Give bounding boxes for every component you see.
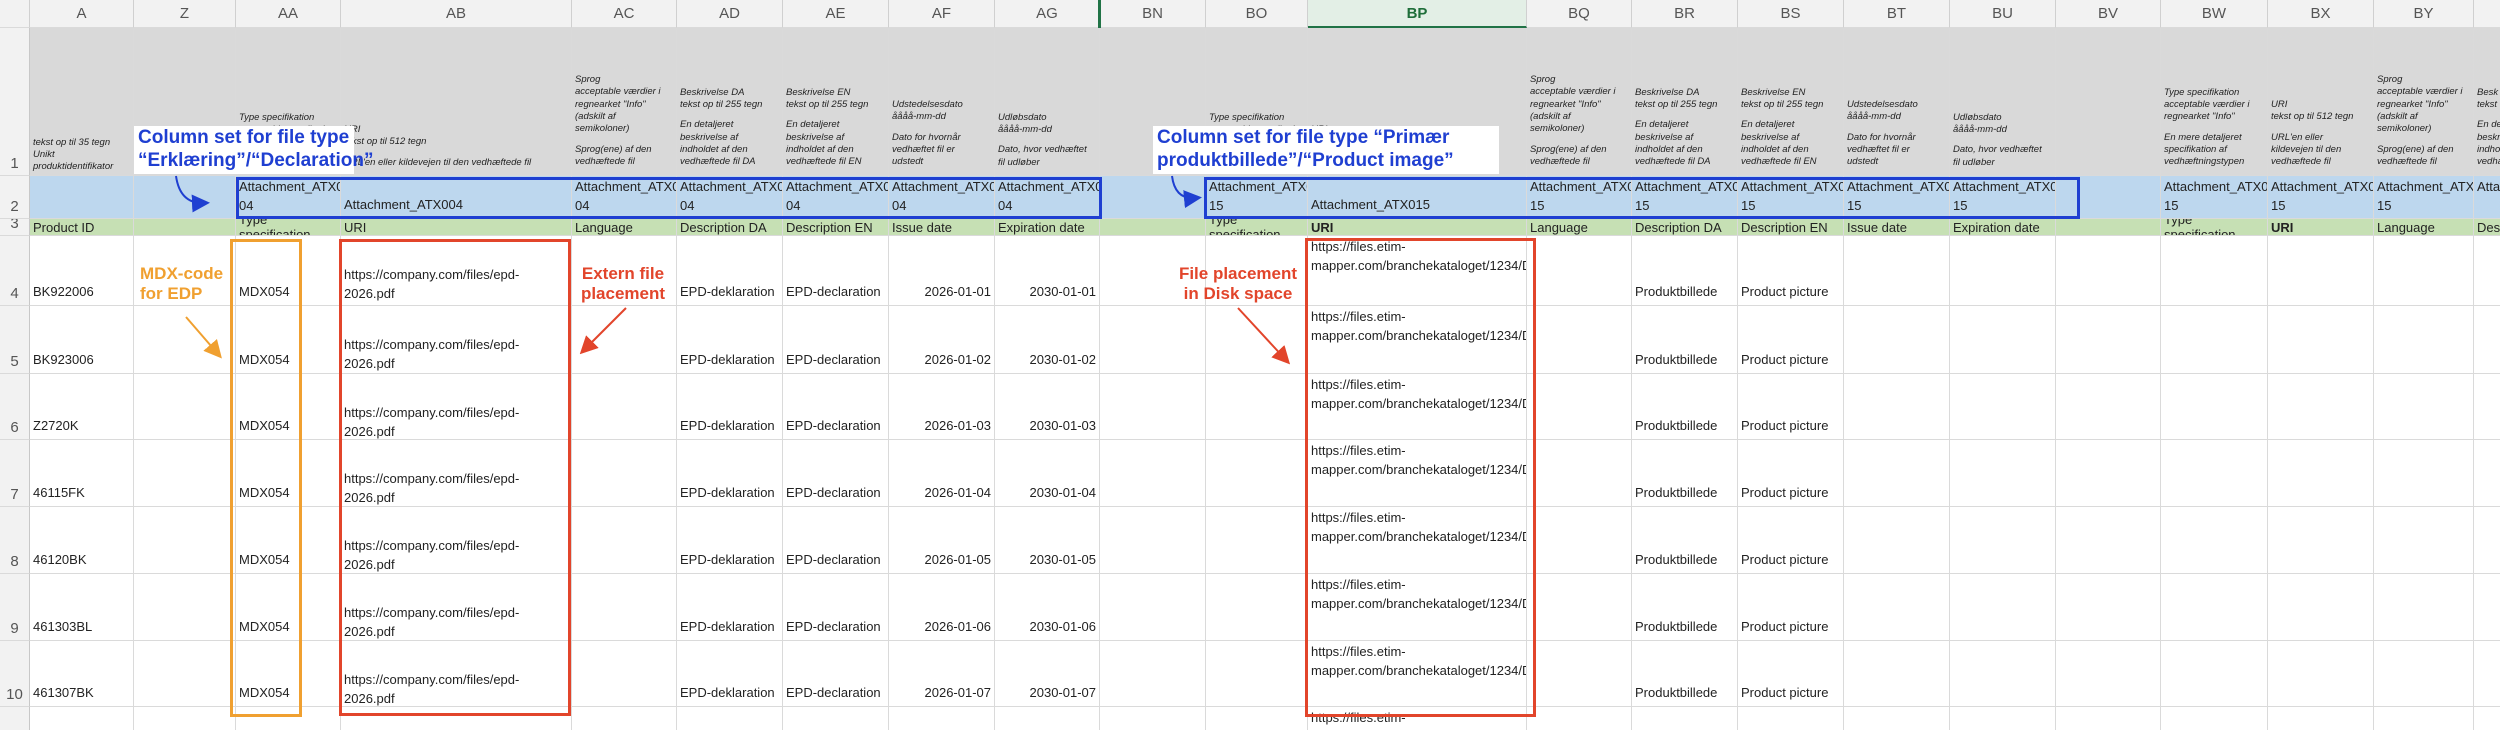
image-set-arrow	[1171, 175, 1202, 209]
edp-set-arrow	[175, 175, 210, 213]
mdx-code-arrow	[185, 316, 222, 359]
extern-file-arrow	[579, 307, 627, 355]
disk-file-arrow	[1237, 307, 1291, 365]
annotation-arrows	[175, 175, 1291, 365]
